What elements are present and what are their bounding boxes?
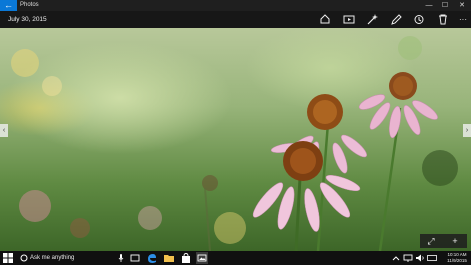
- slideshow-icon: [343, 15, 355, 24]
- task-view-icon: [130, 254, 140, 262]
- app-title: Photos: [20, 2, 39, 8]
- taskbar-edge[interactable]: [146, 252, 158, 264]
- chevron-up-icon: [392, 256, 400, 261]
- taskbar-file-explorer[interactable]: [163, 252, 175, 264]
- network-icon: [403, 254, 413, 262]
- more-icon: ···: [459, 15, 467, 24]
- cortana-search-box[interactable]: Ask me anything: [17, 252, 137, 264]
- photo-viewer[interactable]: ‹ › ⤢ +: [0, 28, 471, 251]
- taskbar-photos-active[interactable]: [196, 252, 208, 264]
- rotate-icon: [414, 15, 424, 24]
- task-view-button[interactable]: [129, 252, 141, 264]
- photo-toolbar: July 30, 2015 ···: [0, 11, 471, 28]
- title-bar: ← Photos — ☐ ✕: [0, 0, 471, 11]
- zoom-fit-button[interactable]: ⤢: [420, 234, 442, 248]
- back-button[interactable]: ←: [0, 0, 17, 11]
- close-button[interactable]: ✕: [455, 0, 469, 11]
- minimize-button[interactable]: —: [422, 0, 436, 11]
- delete-icon: [439, 14, 447, 25]
- volume-icon: [416, 254, 424, 262]
- photo-date: July 30, 2015: [8, 16, 47, 23]
- photos-app-icon: [197, 254, 207, 262]
- edit-button[interactable]: [389, 13, 403, 26]
- clock-time: 10:10 AM: [447, 252, 467, 257]
- store-bag-icon: [182, 253, 190, 263]
- windows-start-button[interactable]: [3, 253, 13, 263]
- clock-date: 11/9/2015: [447, 257, 467, 263]
- microphone-icon[interactable]: [118, 254, 124, 262]
- more-button[interactable]: ···: [456, 13, 470, 26]
- tray-network[interactable]: [402, 252, 414, 264]
- keyboard-icon: [427, 255, 437, 261]
- cortana-icon: [20, 254, 28, 262]
- enhance-icon: [367, 14, 378, 25]
- zoom-in-icon: +: [452, 236, 458, 246]
- slideshow-button[interactable]: [342, 13, 356, 26]
- taskbar-clock[interactable]: 10:10 AM 11/9/2015: [444, 252, 470, 263]
- previous-photo-button[interactable]: ‹: [0, 124, 8, 137]
- photo-image: [11, 36, 458, 251]
- rotate-button[interactable]: [412, 13, 426, 26]
- zoom-fit-icon: ⤢: [427, 236, 435, 246]
- share-button[interactable]: [318, 13, 332, 26]
- tray-keyboard[interactable]: [426, 252, 438, 264]
- maximize-button[interactable]: ☐: [438, 0, 452, 11]
- zoom-in-button[interactable]: +: [444, 234, 466, 248]
- share-icon: [320, 14, 330, 24]
- enhance-button[interactable]: [365, 13, 379, 26]
- back-arrow-icon: ←: [4, 0, 13, 10]
- folder-icon: [164, 255, 174, 262]
- zoom-controls: ⤢ +: [420, 234, 467, 248]
- next-photo-button[interactable]: ›: [463, 124, 471, 137]
- taskbar-store[interactable]: [180, 252, 192, 264]
- edit-icon: [391, 14, 402, 25]
- tray-volume[interactable]: [414, 252, 426, 264]
- delete-button[interactable]: [436, 13, 450, 26]
- edge-icon: [148, 254, 156, 263]
- search-placeholder: Ask me anything: [30, 255, 75, 261]
- taskbar: Ask me anything 10:10 AM 11/9/2015: [0, 251, 471, 265]
- show-hidden-icons-button[interactable]: [390, 252, 402, 264]
